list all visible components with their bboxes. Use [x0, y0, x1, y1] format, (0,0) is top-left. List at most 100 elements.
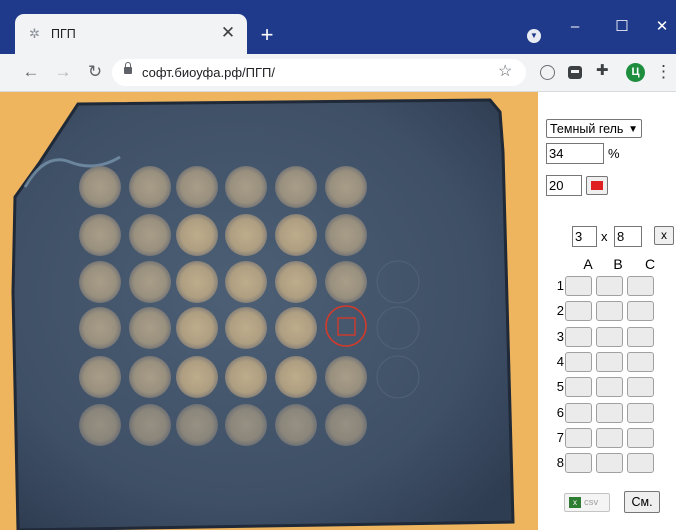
grid-cols-input[interactable]: 8	[614, 226, 642, 247]
column-header-a: A	[583, 256, 593, 272]
column-header-c: C	[644, 256, 656, 272]
excel-icon: x	[569, 497, 581, 508]
grid-cell-b2[interactable]	[596, 301, 623, 322]
grid-cell-b8[interactable]	[596, 453, 623, 474]
grid-cell-a4[interactable]	[565, 351, 592, 372]
grid-cell-a6[interactable]	[565, 402, 592, 423]
gel-well	[225, 356, 267, 398]
row-label: 8	[556, 455, 564, 471]
grid-rows-input[interactable]: 3	[572, 226, 597, 247]
browser-tab[interactable]: ✲ ПГП ✕	[15, 14, 247, 54]
gel-well	[79, 166, 121, 208]
gel-well	[176, 214, 218, 256]
gel-well	[325, 261, 367, 303]
grid-cell-a7[interactable]	[565, 427, 592, 448]
grid-cell-b4[interactable]	[596, 351, 623, 372]
gel-well	[176, 261, 218, 303]
minimize-button[interactable]: –	[555, 14, 595, 40]
row-label: 3	[556, 328, 564, 344]
row-label: 4	[556, 353, 564, 369]
gel-well	[129, 166, 171, 208]
menu-kebab-icon[interactable]: ⋮	[655, 61, 672, 83]
gel-well	[176, 307, 218, 349]
back-arrow-icon[interactable]: ←	[20, 61, 42, 83]
grid-cell-c8[interactable]	[627, 453, 654, 474]
gel-mode-value: Темный гель	[550, 122, 624, 136]
gel-well	[225, 404, 267, 446]
address-bar[interactable]: софт.биоуфа.рф/ПГП/ ☆	[112, 59, 526, 86]
clear-button[interactable]: x	[654, 226, 674, 245]
grid-cell-a3[interactable]	[565, 326, 592, 347]
forward-arrow-icon[interactable]: →	[52, 61, 74, 83]
gel-well	[275, 404, 317, 446]
grid-cell-c2[interactable]	[627, 301, 654, 322]
gel-well	[79, 356, 121, 398]
new-tab-button[interactable]: +	[256, 24, 278, 46]
grid-cell-c1[interactable]	[627, 276, 654, 296]
control-panel: Темный гель ▼ 34 % 20 3 x 8 x A B C 1234…	[538, 92, 676, 530]
color-picker-button[interactable]	[586, 176, 608, 195]
lock-icon	[124, 62, 132, 74]
gel-well	[79, 261, 121, 303]
percent-input[interactable]: 34	[546, 143, 604, 164]
extensions-puzzle-icon[interactable]: ✚	[596, 61, 609, 79]
maximize-button[interactable]: ☐	[602, 14, 642, 40]
row-label: 2	[556, 303, 564, 319]
gel-well	[129, 356, 171, 398]
gel-well	[325, 214, 367, 256]
grid-cell-a5[interactable]	[565, 377, 592, 398]
grid-cell-c3[interactable]	[627, 326, 654, 347]
close-window-button[interactable]: ✕	[642, 14, 676, 40]
row-label: 1	[556, 278, 564, 293]
grid-cell-b3[interactable]	[596, 326, 623, 347]
tab-strip: ✲ ПГП ✕ + ▼ – ☐ ✕	[0, 0, 676, 54]
settings-gear-icon: ✲	[29, 26, 40, 41]
grid-cell-b7[interactable]	[596, 427, 623, 448]
gel-well	[129, 307, 171, 349]
color-swatch	[591, 181, 603, 190]
browser-toolbar: ← → ↻ софт.биоуфа.рф/ПГП/ ☆ ✚ Ц ⋮	[0, 54, 676, 92]
row-label: 6	[556, 404, 564, 420]
gel-well	[275, 166, 317, 208]
row-label: 5	[556, 379, 564, 395]
gel-well	[325, 166, 367, 208]
profile-avatar[interactable]: Ц	[626, 63, 645, 82]
grid-cell-c7[interactable]	[627, 427, 654, 448]
gel-well	[129, 404, 171, 446]
gel-mode-select[interactable]: Темный гель ▼	[546, 119, 642, 138]
gel-well	[129, 214, 171, 256]
see-button[interactable]: См.	[624, 491, 660, 513]
gel-well	[275, 356, 317, 398]
bookmark-star-icon[interactable]: ☆	[498, 62, 512, 82]
grid-cell-b6[interactable]	[596, 402, 623, 423]
close-tab-icon[interactable]: ✕	[217, 22, 239, 44]
grid-cell-a2[interactable]	[565, 301, 592, 322]
grid-cell-a1[interactable]	[565, 276, 592, 296]
size-input[interactable]: 20	[546, 175, 582, 196]
grid-cell-a8[interactable]	[565, 453, 592, 474]
gel-photo-svg[interactable]	[0, 92, 538, 530]
reload-icon[interactable]: ↻	[84, 61, 106, 83]
grid-cell-c5[interactable]	[627, 377, 654, 398]
gel-well	[275, 307, 317, 349]
gel-well	[79, 307, 121, 349]
tab-title: ПГП	[51, 27, 76, 41]
url-text: софт.биоуфа.рф/ПГП/	[142, 65, 275, 80]
gel-well	[325, 404, 367, 446]
gel-well	[225, 261, 267, 303]
csv-export-button[interactable]: x csv	[564, 493, 610, 512]
gel-well	[79, 214, 121, 256]
column-header-b: B	[613, 256, 623, 272]
globe-extension-icon[interactable]	[540, 65, 555, 80]
chevron-down-icon: ▼	[628, 124, 638, 135]
gel-image[interactable]	[0, 92, 538, 530]
gel-well	[176, 166, 218, 208]
media-extension-icon[interactable]	[568, 66, 582, 79]
grid-cell-c6[interactable]	[627, 402, 654, 423]
gel-well	[275, 261, 317, 303]
grid-cell-b1[interactable]	[596, 276, 623, 296]
tab-search-icon[interactable]: ▼	[527, 29, 541, 43]
gel-well	[79, 404, 121, 446]
grid-cell-b5[interactable]	[596, 377, 623, 398]
grid-cell-c4[interactable]	[627, 351, 654, 372]
